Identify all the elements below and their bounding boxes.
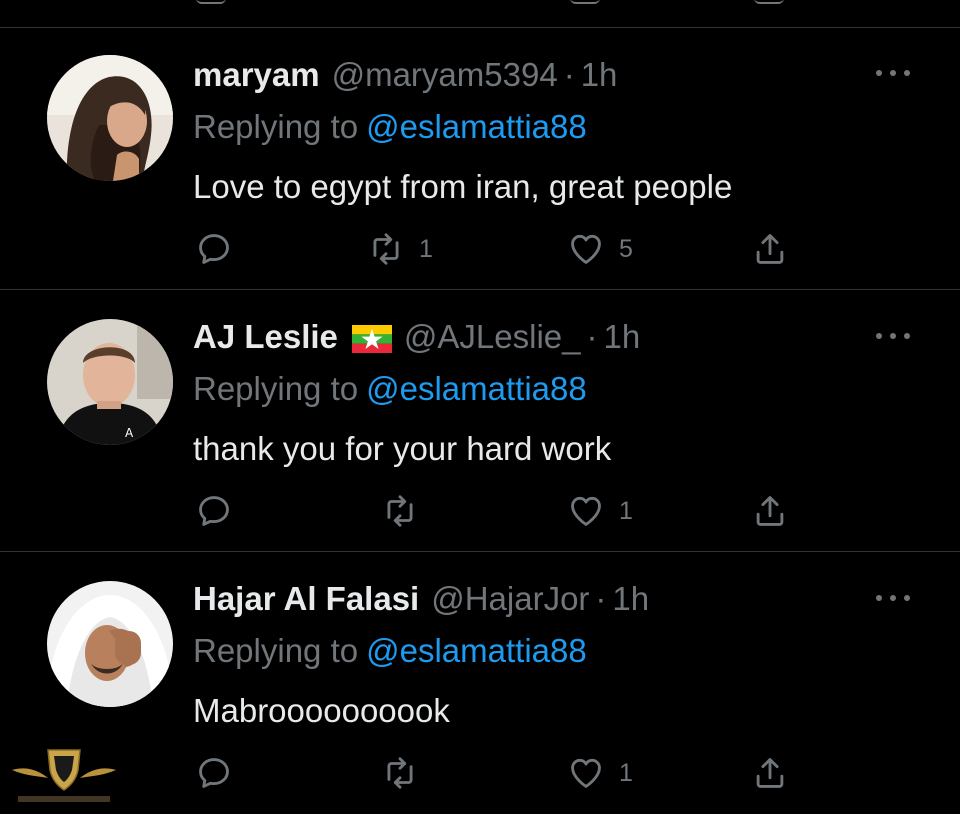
tweet-header: maryam @maryam5394 · 1h <box>193 56 617 94</box>
tweet[interactable]: A AJ Leslie @AJLeslie_ · 1h Replying to @… <box>0 290 960 552</box>
share-button[interactable] <box>751 491 789 531</box>
tweet-text: Love to egypt from iran, great people <box>193 168 733 205</box>
tweet-actions: 1 <box>193 491 793 531</box>
more-options-icon[interactable] <box>876 331 910 341</box>
replying-to: Replying to @eslamattia88 <box>193 370 587 408</box>
tweet-header: Hajar Al Falasi @HajarJor · 1h <box>193 580 649 618</box>
myanmar-flag-icon <box>351 325 392 353</box>
reply-icon[interactable] <box>196 0 226 4</box>
more-options-icon[interactable] <box>876 68 910 78</box>
heart-icon <box>571 758 601 788</box>
reply-button[interactable] <box>195 229 247 269</box>
tweet[interactable]: Hajar Al Falasi @HajarJor · 1h Replying … <box>0 552 960 814</box>
share-icon[interactable] <box>754 0 784 4</box>
retweet-icon <box>373 233 399 265</box>
svg-text:A: A <box>125 426 134 440</box>
replying-to-label: Replying to <box>193 108 359 145</box>
retweet-icon <box>387 495 413 527</box>
tweet-header: AJ Leslie @AJLeslie_ · 1h <box>193 318 640 356</box>
timestamp[interactable]: 1h <box>581 56 618 94</box>
tweet-actions: 1 <box>193 753 793 793</box>
retweet-button[interactable] <box>381 491 433 531</box>
tweet-text: Mabroooooooook <box>193 692 450 729</box>
retweet-button[interactable]: 1 <box>367 229 433 269</box>
tweet-actions: 1 5 <box>193 229 793 269</box>
replying-to: Replying to @eslamattia88 <box>193 108 587 146</box>
user-handle[interactable]: @maryam5394 <box>332 56 558 94</box>
share-icon <box>756 758 784 788</box>
like-icon[interactable] <box>570 0 600 4</box>
replying-to-label: Replying to <box>193 632 359 669</box>
share-button[interactable] <box>751 753 789 793</box>
timestamp[interactable]: 1h <box>604 318 641 356</box>
avatar[interactable] <box>47 581 173 707</box>
reply-icon <box>199 234 229 264</box>
separator-dot: · <box>586 318 598 355</box>
like-button[interactable]: 1 <box>567 491 633 531</box>
retweet-icon <box>387 757 413 789</box>
replying-to: Replying to @eslamattia88 <box>193 632 587 670</box>
replying-to-label: Replying to <box>193 370 359 407</box>
display-name[interactable]: Hajar Al Falasi <box>193 580 419 618</box>
avatar[interactable]: A <box>47 319 173 445</box>
like-button[interactable]: 1 <box>567 753 633 793</box>
mention-link[interactable]: @eslamattia88 <box>366 108 587 145</box>
like-count: 1 <box>619 496 633 525</box>
mention-link[interactable]: @eslamattia88 <box>366 370 587 407</box>
like-button[interactable]: 5 <box>567 229 633 269</box>
mention-link[interactable]: @eslamattia88 <box>366 632 587 669</box>
watermark-logo <box>4 740 124 812</box>
heart-icon <box>571 496 601 526</box>
timestamp[interactable]: 1h <box>612 580 649 618</box>
separator-dot: · <box>563 56 575 93</box>
user-handle[interactable]: @AJLeslie_ <box>404 318 581 356</box>
previous-tweet-actions <box>0 0 960 28</box>
user-handle[interactable]: @HajarJor <box>431 580 589 618</box>
display-name[interactable]: AJ Leslie <box>193 318 338 356</box>
reply-icon <box>199 758 229 788</box>
more-options-icon[interactable] <box>876 593 910 603</box>
retweet-count: 1 <box>419 234 433 263</box>
display-name[interactable]: maryam <box>193 56 320 94</box>
avatar[interactable] <box>47 55 173 181</box>
retweet-button[interactable] <box>381 753 433 793</box>
like-count: 1 <box>619 758 633 787</box>
reply-icon <box>199 496 229 526</box>
share-icon <box>756 234 784 264</box>
tweet[interactable]: maryam @maryam5394 · 1h Replying to @esla… <box>0 28 960 290</box>
separator-dot: · <box>595 580 607 617</box>
reply-button[interactable] <box>195 491 247 531</box>
reply-button[interactable] <box>195 753 247 793</box>
share-icon <box>756 496 784 526</box>
like-count: 5 <box>619 234 633 263</box>
share-button[interactable] <box>751 229 789 269</box>
tweet-text: thank you for your hard work <box>193 430 612 467</box>
heart-icon <box>571 234 601 264</box>
